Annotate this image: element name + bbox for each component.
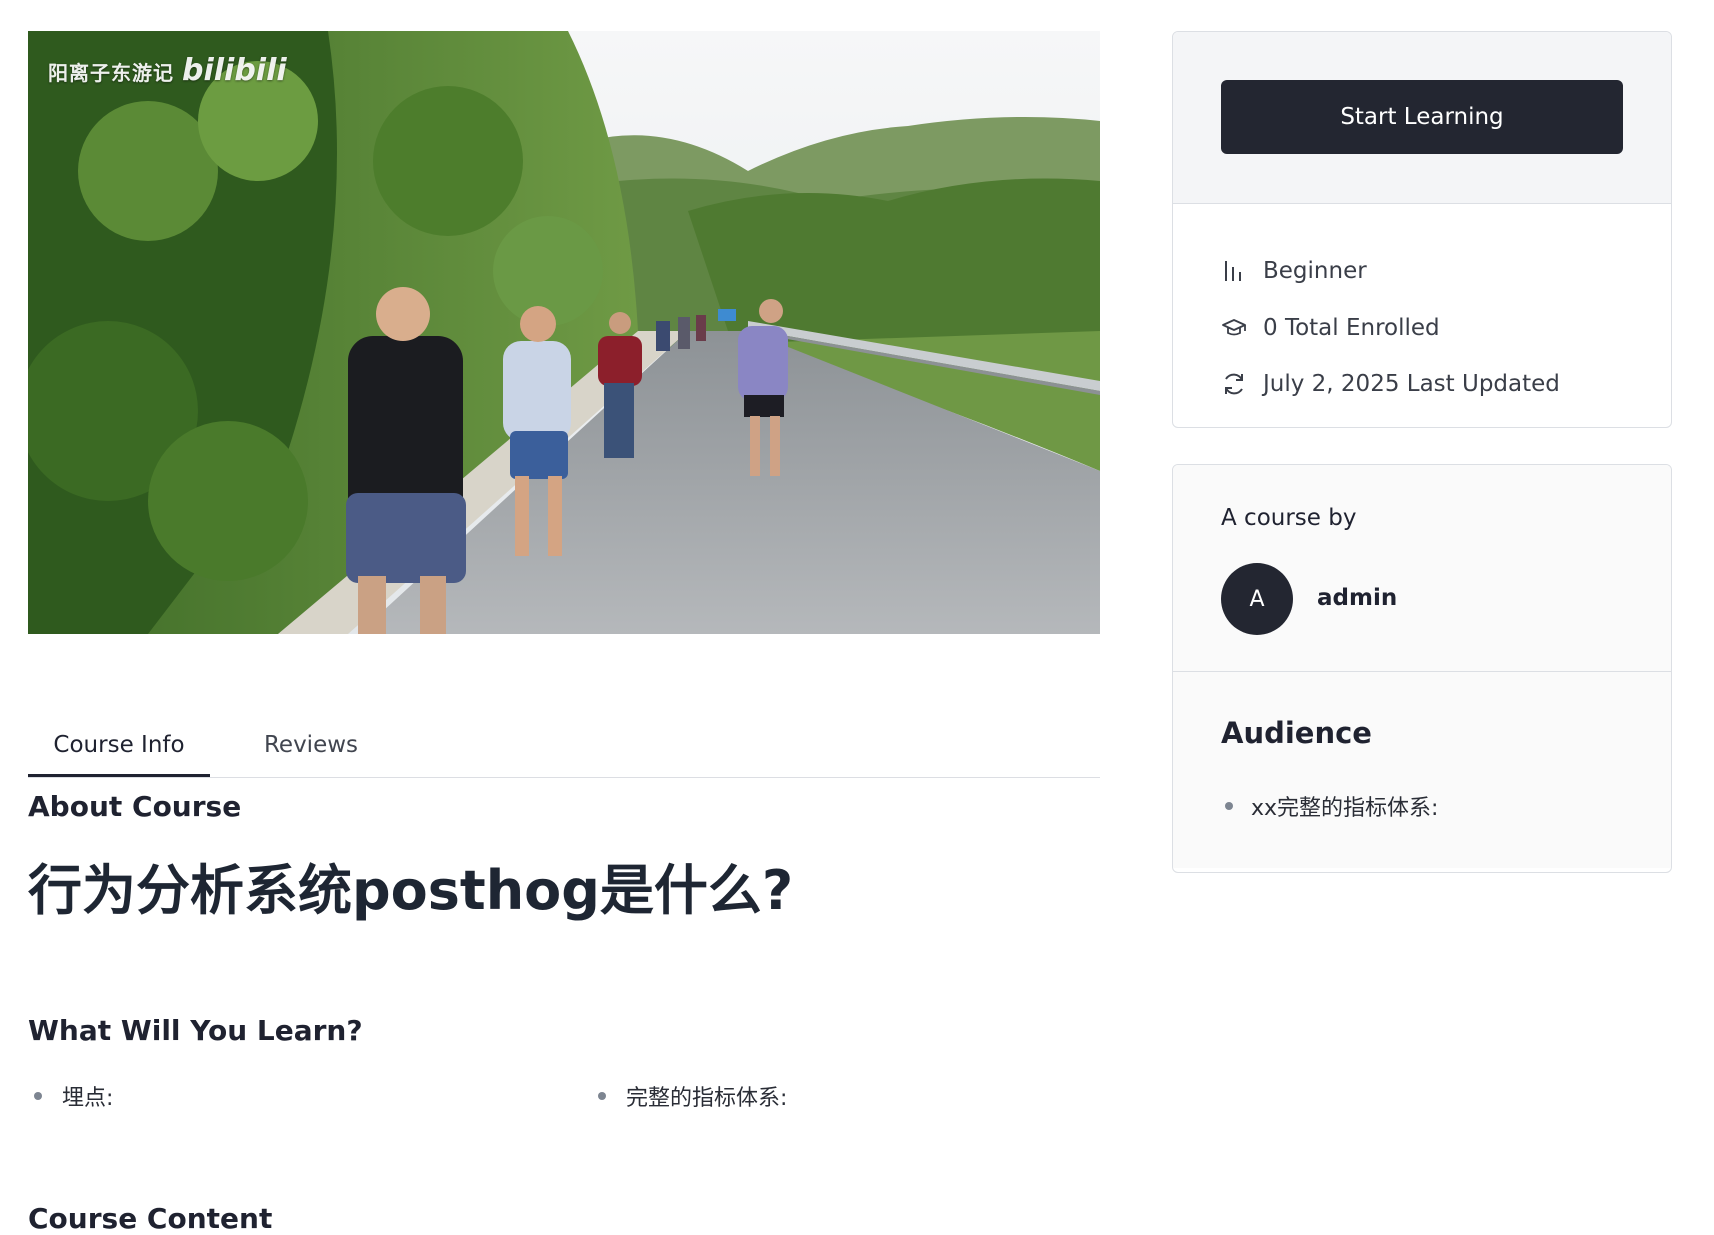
- learn-item-text: 完整的指标体系:: [626, 1086, 788, 1111]
- about-course-heading: About Course: [28, 790, 242, 823]
- author-audience-card: A course by A admin Audience xx完整的指标体系:: [1172, 464, 1672, 873]
- learn-list-item: 完整的指标体系:: [598, 1080, 787, 1112]
- course-content-heading: Course Content: [28, 1202, 273, 1235]
- graduation-cap-icon: [1221, 315, 1247, 341]
- audience-list-item: xx完整的指标体系:: [1225, 790, 1438, 822]
- video-watermark: 阳离子东游记 bilibili: [48, 53, 287, 88]
- watermark-text: 阳离子东游记: [48, 61, 174, 85]
- watermark-brand-logo: bilibili: [182, 53, 287, 88]
- refresh-icon: [1221, 371, 1247, 397]
- tab-reviews[interactable]: Reviews: [238, 695, 384, 777]
- start-learning-button[interactable]: Start Learning: [1221, 80, 1623, 154]
- what-will-you-learn-heading: What Will You Learn?: [28, 1014, 363, 1047]
- audience-section: Audience xx完整的指标体系:: [1173, 672, 1671, 868]
- course-by-label: A course by: [1221, 505, 1357, 531]
- tab-course-info[interactable]: Course Info: [28, 695, 210, 777]
- learn-list-item: 埋点:: [34, 1080, 113, 1112]
- enroll-card-header: Start Learning: [1173, 32, 1671, 204]
- enrolled-text: 0 Total Enrolled: [1263, 315, 1440, 341]
- level-bars-icon: [1221, 258, 1247, 284]
- avatar[interactable]: A: [1221, 563, 1293, 635]
- audience-heading: Audience: [1221, 716, 1372, 750]
- meta-enrolled: 0 Total Enrolled: [1221, 315, 1440, 341]
- meta-level: Beginner: [1221, 258, 1367, 284]
- bullet-icon: [34, 1092, 42, 1100]
- bullet-icon: [598, 1092, 606, 1100]
- updated-text: July 2, 2025 Last Updated: [1263, 371, 1560, 397]
- meta-updated: July 2, 2025 Last Updated: [1221, 371, 1560, 397]
- video-frame-illustration: [28, 31, 1100, 634]
- course-video-thumbnail[interactable]: 阳离子东游记 bilibili: [28, 31, 1100, 634]
- main-column: 阳离子东游记 bilibili Course Info Reviews About…: [28, 31, 1100, 1235]
- level-text: Beginner: [1263, 258, 1367, 284]
- course-tabs: Course Info Reviews: [28, 695, 1100, 778]
- course-title: 行为分析系统posthog是什么?: [28, 859, 794, 922]
- walker-1: [346, 287, 466, 634]
- learn-item-text: 埋点:: [62, 1086, 114, 1111]
- bullet-icon: [1225, 802, 1233, 810]
- audience-item-text: xx完整的指标体系:: [1251, 796, 1439, 821]
- author-section: A course by A admin: [1173, 465, 1671, 672]
- enroll-card: Start Learning Beginner 0 Total Enrolled: [1172, 31, 1672, 428]
- author-name-link[interactable]: admin: [1317, 585, 1397, 611]
